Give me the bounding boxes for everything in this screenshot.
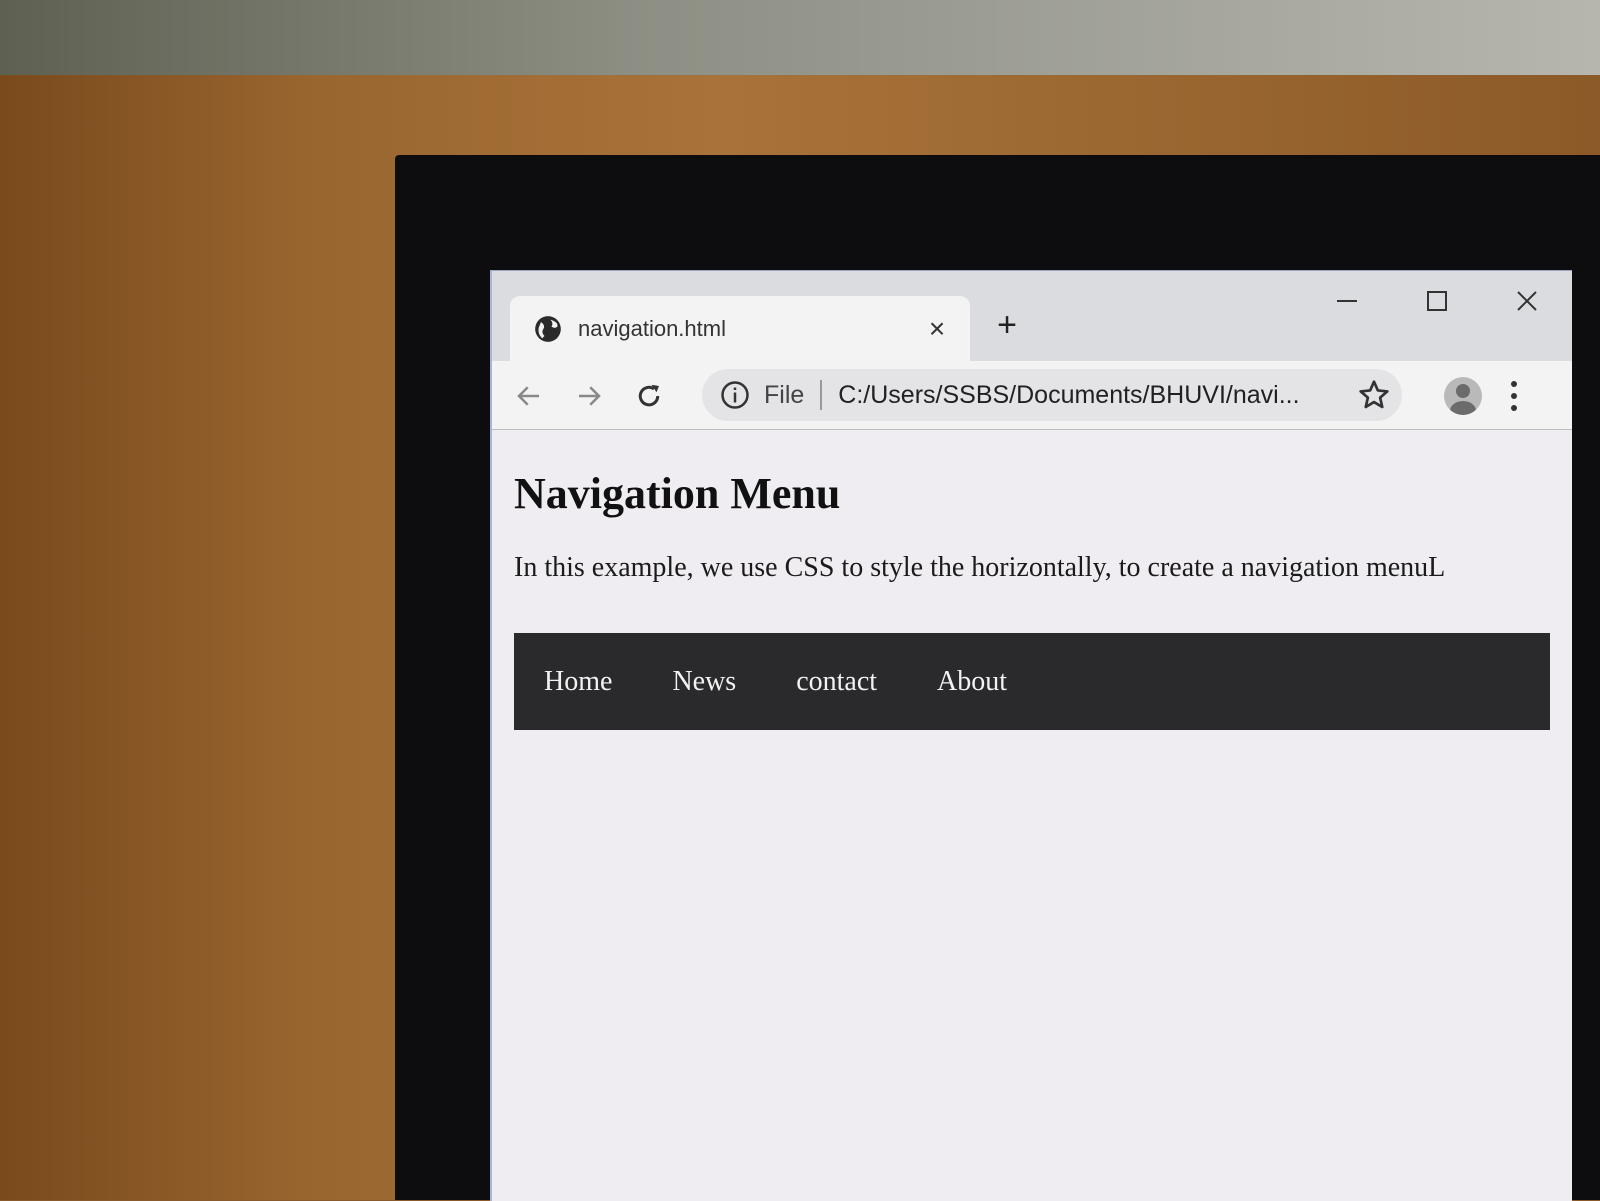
minimize-icon[interactable] — [1302, 271, 1392, 331]
browser-toolbar: File C:/Users/SSBS/Documents/BHUVI/navi.… — [492, 361, 1572, 430]
omnibox-divider — [820, 380, 823, 410]
avatar-icon[interactable] — [1444, 377, 1482, 415]
info-icon[interactable] — [720, 380, 750, 410]
nav-item-home[interactable]: Home — [514, 666, 642, 698]
page-content: Navigation Menu In this example, we use … — [492, 430, 1572, 1201]
intro-paragraph: In this example, we use CSS to style the… — [514, 552, 1446, 583]
browser-window: navigation.html × + File C:/Users/SSBS/D… — [490, 270, 1572, 1201]
navigation-menu: Home News contact About — [514, 633, 1550, 730]
reload-icon[interactable] — [632, 379, 666, 413]
tab-strip: navigation.html × + — [492, 271, 1572, 361]
url-text[interactable]: C:/Users/SSBS/Documents/BHUVI/navi... — [838, 381, 1338, 410]
close-icon[interactable] — [1482, 271, 1572, 331]
scheme-label: File — [764, 380, 805, 409]
background-wall — [0, 0, 1600, 80]
address-bar[interactable]: File C:/Users/SSBS/Documents/BHUVI/navi.… — [702, 369, 1402, 421]
tab-close-icon[interactable]: × — [920, 312, 954, 346]
nav-item-news[interactable]: News — [642, 666, 766, 698]
maximize-icon[interactable] — [1392, 271, 1482, 331]
tab-navigation[interactable]: navigation.html × — [510, 296, 970, 361]
arrow-left-icon[interactable] — [512, 379, 546, 413]
new-tab-button[interactable]: + — [990, 306, 1024, 344]
nav-item-about[interactable]: About — [907, 666, 1037, 698]
page-title: Navigation Menu — [514, 469, 841, 518]
window-controls — [1302, 271, 1572, 331]
star-icon[interactable] — [1358, 379, 1390, 411]
arrow-right-icon[interactable] — [572, 379, 606, 413]
tab-title: navigation.html — [578, 315, 726, 341]
nav-item-contact[interactable]: contact — [766, 666, 907, 698]
globe-icon — [535, 315, 561, 342]
kebab-menu-icon[interactable] — [1504, 379, 1524, 413]
